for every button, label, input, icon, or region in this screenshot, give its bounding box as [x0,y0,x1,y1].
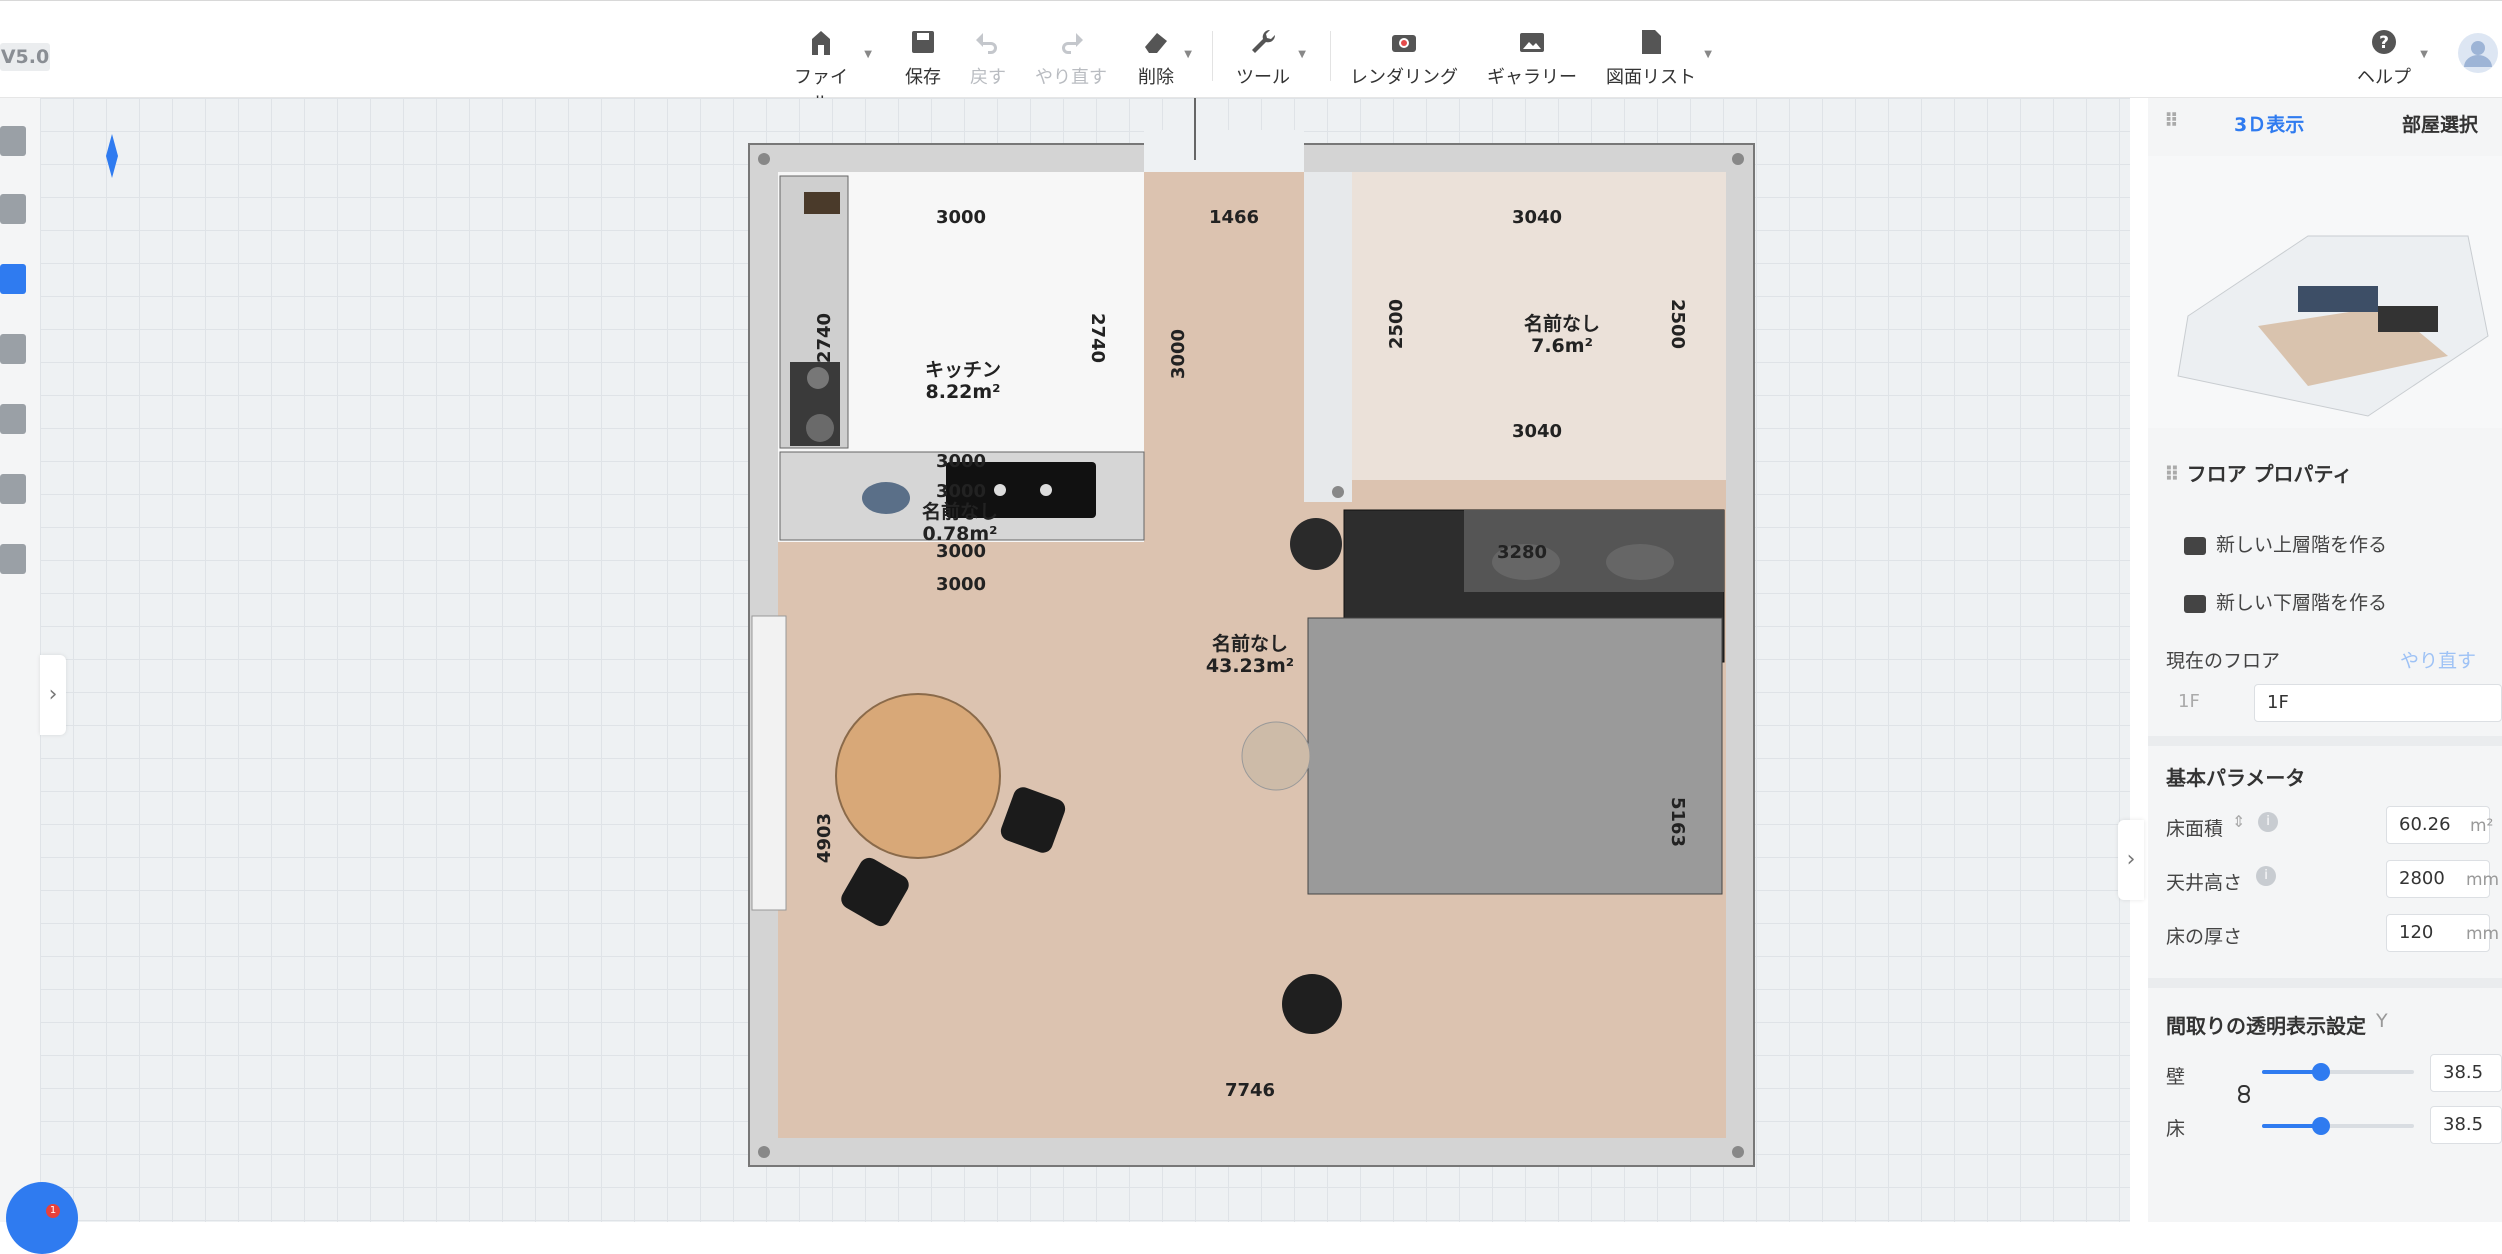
plant-icon [1290,518,1342,570]
dimension-label: 3040 [1512,207,1562,228]
dining-table[interactable] [835,693,1001,859]
assistant-button[interactable] [6,1182,78,1254]
floor-opacity-input[interactable]: 38.5 [2430,1106,2502,1144]
plant-icon [1282,974,1342,1034]
3d-preview-image [2177,235,2489,417]
new-upper-floor-label: 新しい上層階を作る [2216,534,2388,556]
floor-props-title: ⠿ フロア プロパティ [2164,458,2352,487]
side-table[interactable] [1241,721,1311,791]
dimension-label: 2500 [1386,299,1407,349]
dimension-label: 2740 [1087,313,1108,363]
tab-3d-view[interactable]: 3Ｄ表示 [2234,110,2304,137]
entrance-gap [1144,130,1304,176]
ceiling-height-label: 天井高さ [2166,872,2243,894]
floor-thickness-label: 床の厚さ [2166,926,2243,948]
wall-slider-knob[interactable] [2312,1063,2330,1081]
layers-plus-icon [2184,536,2206,555]
notification-badge: 1 [46,1204,60,1218]
coffee-machine-icon [804,192,840,214]
layers-minus-icon [2184,594,2206,613]
dimension-label: 3280 [1497,542,1547,563]
wall-opacity-input[interactable]: 38.5 [2430,1054,2502,1092]
floor-props-title-text: フロア プロパティ [2186,462,2353,486]
tab-room-select[interactable]: 部屋選択 [2402,110,2478,137]
wall-label: 壁 [2166,1066,2186,1088]
ceiling-height-unit: mm [2466,870,2500,890]
sink-icon [862,482,910,514]
burner-icon [807,367,829,389]
dimension-label: 1466 [1209,207,1259,228]
dimension-label: 7746 [1225,1080,1275,1101]
floor-slider-knob[interactable] [2312,1117,2330,1135]
drag-handle-icon[interactable]: ⠿ [2164,462,2187,486]
expand-right-panel-button[interactable]: › [2118,820,2144,900]
window[interactable] [751,615,787,911]
compass-icon [106,134,118,178]
burner-icon [806,414,834,442]
dimension-label: 3000 [936,451,986,472]
dimension-label: 2500 [1667,299,1688,349]
dimension-label: 4903 [814,813,835,863]
room-area-4: 43.23m² [1206,655,1294,677]
section-divider [2148,978,2502,988]
knob-icon [1040,484,1052,496]
corner-marker [758,1146,770,1158]
new-upper-floor-button[interactable]: 新しい上層階を作る [2184,530,2387,557]
dimension-label: 3000 [936,481,986,502]
sort-icon: ⇕ [2232,812,2246,831]
transparency-shortcut: Y [2376,1010,2388,1032]
dimension-label: 5163 [1667,797,1688,847]
drag-handle-icon[interactable]: ⠿ [2164,110,2179,132]
dimension-label: 2740 [814,313,835,363]
room-name-3: 名前なし [922,500,998,523]
link-icon[interactable] [2236,1084,2254,1104]
corner-marker [1332,486,1344,498]
partition-wall [1304,172,1352,502]
floor-thickness-unit: mm [2466,924,2500,944]
room-name-2: 名前なし [1524,312,1600,335]
room-name-kitchen: キッチン [925,359,1001,381]
3d-preview[interactable] [2148,156,2502,428]
new-lower-floor-button[interactable]: 新しい下層階を作る [2184,588,2387,615]
cushion-icon [1606,544,1674,580]
dimension-label: 3000 [936,541,986,562]
current-floor-label: 現在のフロア [2166,650,2281,672]
knob-icon [994,484,1006,496]
redo-link[interactable]: やり直す [2400,646,2476,673]
info-icon[interactable]: i [2258,812,2278,832]
floor-area-label: 床面積 [2166,818,2224,840]
basic-params-title: 基本パラメータ [2166,766,2306,790]
dimension-label: 3040 [1512,421,1562,442]
room-name-4: 名前なし [1212,632,1288,655]
rug[interactable] [1307,617,1723,895]
corner-marker [1732,1146,1744,1158]
info-icon[interactable]: i [2256,866,2276,886]
dimension-label: 3000 [1168,329,1189,379]
floor-plan[interactable]: キッチン 8.22m² 名前なし 7.6m² 名前なし 0.78m² 名前なし … [0,0,2502,1222]
transparency-title: 間取りの透明表示設定 [2166,1014,2366,1038]
room-area-kitchen: 8.22m² [926,381,1001,403]
floor-area-unit: m² [2470,816,2494,836]
section-divider [2148,736,2502,746]
floor-label: 床 [2166,1118,2186,1140]
room-area-2: 7.6m² [1531,335,1593,357]
corner-marker [758,153,770,165]
new-lower-floor-label: 新しい下層階を作る [2216,592,2388,614]
dimension-label: 3000 [936,207,986,228]
expand-left-panel-button[interactable]: › [40,655,66,735]
dimension-label: 3000 [936,574,986,595]
floor-name-input[interactable]: 1F [2254,684,2502,722]
floor-select[interactable]: 1F [2166,684,2250,722]
corner-marker [1732,153,1744,165]
